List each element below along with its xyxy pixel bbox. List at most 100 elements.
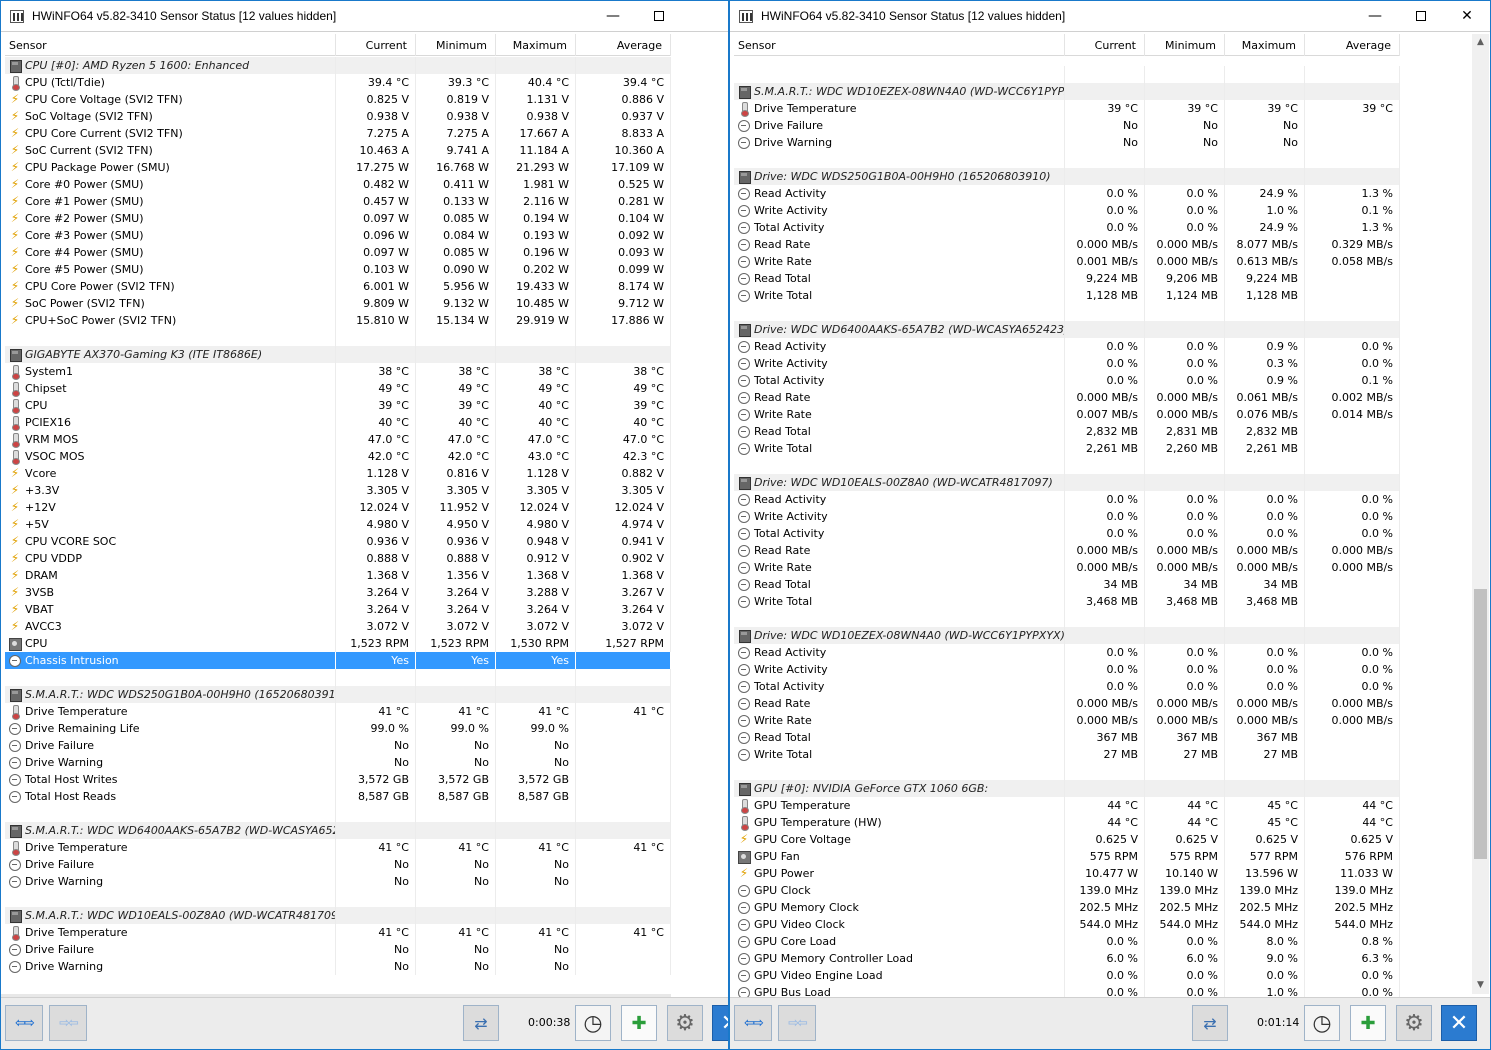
sensor-row[interactable]: GPU Temperature (HW) 44 °C 44 °C 45 °C 44 °C: [734, 814, 1400, 831]
sensor-row[interactable]: Write Total 27 MB 27 MB 27 MB: [734, 746, 1400, 763]
sensor-row[interactable]: ⚡ SoC Power (SVI2 TFN) 9.809 W 9.132 W 10.48…: [5, 295, 671, 312]
sensor-row[interactable]: Total Host Writes 3,572 GB 3,572 GB 3,572 G…: [5, 771, 671, 788]
sensor-row[interactable]: Read Rate 0.000 MB/s 0.000 MB/s 0.000 MB/s 0…: [734, 695, 1400, 712]
sensor-row[interactable]: Read Activity 0.0 % 0.0 % 0.9 % 0.0 %: [734, 338, 1400, 355]
sensor-row[interactable]: ⚡ CPU Core Voltage (SVI2 TFN) 0.825 V 0.819…: [5, 91, 671, 108]
network-icon[interactable]: ⇄: [463, 1005, 499, 1041]
minimize-button[interactable]: —: [590, 1, 636, 32]
sensor-row[interactable]: CPU (Tctl/Tdie) 39.4 °C 39.3 °C 40.4 °C 39.4…: [5, 74, 671, 91]
sensor-row[interactable]: System1 38 °C 38 °C 38 °C 38 °C: [5, 363, 671, 380]
scroll-up-arrow-icon[interactable]: ▲: [1472, 34, 1489, 51]
sensor-row[interactable]: Drive Temperature 41 °C 41 °C 41 °C 41 °C: [5, 839, 671, 856]
sensor-group-header[interactable]: Drive: WDC WDS250G1B0A-00H9H0 (165206803…: [734, 168, 1400, 185]
sensor-group-header[interactable]: GIGABYTE AX370-Gaming K3 (ITE IT8686E): [5, 346, 671, 363]
scroll-thumb[interactable]: [1474, 589, 1487, 859]
column-header-average[interactable]: Average: [576, 34, 671, 56]
close-sensors-icon[interactable]: ✕: [1441, 1005, 1477, 1041]
sensor-row[interactable]: Read Total 367 MB 367 MB 367 MB: [734, 729, 1400, 746]
sensor-group-header[interactable]: S.M.A.R.T.: WDC WD10EZEX-08WN4A0 (WD-WCC…: [734, 83, 1400, 100]
sensor-row[interactable]: ⚡ Core #4 Power (SMU) 0.097 W 0.085 W 0.196 …: [5, 244, 671, 261]
sensor-row[interactable]: GPU Video Engine Load 0.0 % 0.0 % 0.0 % 0.0 …: [734, 967, 1400, 984]
sensor-row[interactable]: Drive Temperature 41 °C 41 °C 41 °C 41 °C: [5, 703, 671, 720]
column-header-maximum[interactable]: Maximum: [1225, 34, 1305, 56]
column-header-current[interactable]: Current: [1065, 34, 1145, 56]
sensor-row[interactable]: ⚡ GPU Power 10.477 W 10.140 W 13.596 W 11.033…: [734, 865, 1400, 882]
close-sensors-icon[interactable]: ✕: [712, 1005, 728, 1041]
sensor-row[interactable]: ⚡ 3VSB 3.264 V 3.264 V 3.288 V 3.267 V: [5, 584, 671, 601]
sensor-row[interactable]: Read Total 34 MB 34 MB 34 MB: [734, 576, 1400, 593]
sensor-row[interactable]: Read Rate 0.000 MB/s 0.000 MB/s 0.061 MB/s 0…: [734, 389, 1400, 406]
sensor-row[interactable]: ⚡ AVCC3 3.072 V 3.072 V 3.072 V 3.072 V: [5, 618, 671, 635]
sensor-row[interactable]: Read Activity 0.0 % 0.0 % 0.0 % 0.0 %: [734, 644, 1400, 661]
close-button[interactable]: ✕: [1444, 1, 1490, 32]
sensor-row[interactable]: Write Total 1,128 MB 1,124 MB 1,128 MB: [734, 287, 1400, 304]
sensor-row[interactable]: GPU Clock 139.0 MHz 139.0 MHz 139.0 MHz 139.…: [734, 882, 1400, 899]
sensor-row[interactable]: ⚡ Core #2 Power (SMU) 0.097 W 0.085 W 0.194 …: [5, 210, 671, 227]
sensor-row[interactable]: ⚡ Core #0 Power (SMU) 0.482 W 0.411 W 1.981 …: [5, 176, 671, 193]
sensor-row[interactable]: ⚡ CPU VDDP 0.888 V 0.888 V 0.912 V 0.902 V: [5, 550, 671, 567]
sensor-row[interactable]: Write Rate 0.007 MB/s 0.000 MB/s 0.076 MB/s…: [734, 406, 1400, 423]
sensor-row[interactable]: Drive Failure No No No: [5, 737, 671, 754]
sensor-row[interactable]: Drive Failure No No No: [5, 856, 671, 873]
sensor-row[interactable]: GPU Memory Clock 202.5 MHz 202.5 MHz 202.5 …: [734, 899, 1400, 916]
sensor-row[interactable]: Drive Temperature 41 °C 41 °C 41 °C 41 °C: [5, 924, 671, 941]
sensor-row[interactable]: Read Activity 0.0 % 0.0 % 0.0 % 0.0 %: [734, 491, 1400, 508]
sensor-row[interactable]: Write Rate 0.000 MB/s 0.000 MB/s 0.000 MB/s…: [734, 712, 1400, 729]
vertical-scrollbar[interactable]: ▲ ▼: [1472, 34, 1489, 994]
title-bar[interactable]: HWiNFO64 v5.82-3410 Sensor Status [12 va…: [1, 1, 728, 32]
nav-arrows-reverse-icon[interactable]: ⇨⇦: [49, 1005, 87, 1041]
sensor-group-header[interactable]: S.M.A.R.T.: WDC WD6400AAKS-65A7B2 (WD-WC…: [5, 822, 671, 839]
sensor-group-header[interactable]: Drive: WDC WD10EZEX-08WN4A0 (WD-WCC6Y1PY…: [734, 627, 1400, 644]
sensor-group-header[interactable]: Drive: WDC WD6400AAKS-65A7B2 (WD-WCASYA6…: [734, 321, 1400, 338]
sensor-row[interactable]: ⚡ CPU+SoC Power (SVI2 TFN) 15.810 W 15.134 …: [5, 312, 671, 329]
sensor-row[interactable]: VRM MOS 47.0 °C 47.0 °C 47.0 °C 47.0 °C: [5, 431, 671, 448]
nav-arrows-icon[interactable]: ⇦⇨: [734, 1005, 772, 1041]
column-header-current[interactable]: Current: [336, 34, 416, 56]
sensor-group-header[interactable]: CPU [#0]: AMD Ryzen 5 1600: Enhanced: [5, 57, 671, 74]
sensor-row[interactable]: Write Total 2,261 MB 2,260 MB 2,261 MB: [734, 440, 1400, 457]
sensor-row[interactable]: GPU Memory Controller Load 6.0 % 6.0 % 9.0 …: [734, 950, 1400, 967]
sensor-row[interactable]: Drive Warning No No No: [5, 873, 671, 890]
settings-gear-icon[interactable]: ⚙: [667, 1005, 703, 1041]
nav-arrows-reverse-icon[interactable]: ⇨⇦: [778, 1005, 816, 1041]
sensor-row[interactable]: ⚡ CPU Core Power (SVI2 TFN) 6.001 W 5.956 W…: [5, 278, 671, 295]
clock-icon[interactable]: ◷: [575, 1005, 611, 1041]
title-bar[interactable]: HWiNFO64 v5.82-3410 Sensor Status [12 va…: [730, 1, 1490, 32]
sensor-row[interactable]: ⚡ SoC Voltage (SVI2 TFN) 0.938 V 0.938 V 0.9…: [5, 108, 671, 125]
scroll-down-arrow-icon[interactable]: ▼: [1472, 977, 1489, 994]
sensor-row[interactable]: ⚡ CPU Package Power (SMU) 17.275 W 16.768 W…: [5, 159, 671, 176]
maximize-button[interactable]: [636, 1, 682, 32]
sensor-row[interactable]: Chassis Intrusion Yes Yes Yes: [5, 652, 671, 669]
sensor-row[interactable]: Write Rate 0.001 MB/s 0.000 MB/s 0.613 MB/s…: [734, 253, 1400, 270]
log-file-icon[interactable]: ✚: [1350, 1005, 1386, 1041]
sensor-row[interactable]: ⚡ +12V 12.024 V 11.952 V 12.024 V 12.024 V: [5, 499, 671, 516]
sensor-group-header[interactable]: Drive: WDC WD10EALS-00Z8A0 (WD-WCATR4817…: [734, 474, 1400, 491]
sensor-row[interactable]: ⚡ CPU VCORE SOC 0.936 V 0.936 V 0.948 V 0.941…: [5, 533, 671, 550]
sensor-row[interactable]: Drive Temperature 39 °C 39 °C 39 °C 39 °C: [734, 100, 1400, 117]
sensor-row[interactable]: Write Activity 0.0 % 0.0 % 0.0 % 0.0 %: [734, 661, 1400, 678]
sensor-row[interactable]: Total Activity 0.0 % 0.0 % 0.9 % 0.1 %: [734, 372, 1400, 389]
sensor-row[interactable]: Write Activity 0.0 % 0.0 % 0.0 % 0.0 %: [734, 508, 1400, 525]
sensor-row[interactable]: ⚡ Core #1 Power (SMU) 0.457 W 0.133 W 2.116 …: [5, 193, 671, 210]
sensor-row[interactable]: ⚡ Vcore 1.128 V 0.816 V 1.128 V 0.882 V: [5, 465, 671, 482]
sensor-row[interactable]: ⚡ DRAM 1.368 V 1.356 V 1.368 V 1.368 V: [5, 567, 671, 584]
sensor-row[interactable]: GPU Core Load 0.0 % 0.0 % 8.0 % 0.8 %: [734, 933, 1400, 950]
sensor-row[interactable]: Read Rate 0.000 MB/s 0.000 MB/s 8.077 MB/s 0…: [734, 236, 1400, 253]
sensor-row[interactable]: Drive Warning No No No: [734, 134, 1400, 151]
sensor-row[interactable]: Write Activity 0.0 % 0.0 % 0.3 % 0.0 %: [734, 355, 1400, 372]
sensor-row[interactable]: CPU 1,523 RPM 1,523 RPM 1,530 RPM 1,527 RPM: [5, 635, 671, 652]
sensor-row[interactable]: ⚡ VBAT 3.264 V 3.264 V 3.264 V 3.264 V: [5, 601, 671, 618]
sensor-row[interactable]: Write Activity 0.0 % 0.0 % 1.0 % 0.1 %: [734, 202, 1400, 219]
sensor-row[interactable]: ⚡ +3.3V 3.305 V 3.305 V 3.305 V 3.305 V: [5, 482, 671, 499]
nav-arrows-icon[interactable]: ⇦⇨: [5, 1005, 43, 1041]
sensor-row[interactable]: PCIEX16 40 °C 40 °C 40 °C 40 °C: [5, 414, 671, 431]
sensor-row[interactable]: Drive Failure No No No: [5, 941, 671, 958]
sensor-row[interactable]: GPU Temperature 44 °C 44 °C 45 °C 44 °C: [734, 797, 1400, 814]
sensor-row[interactable]: CPU 39 °C 39 °C 40 °C 39 °C: [5, 397, 671, 414]
sensor-row[interactable]: Read Total 9,224 MB 9,206 MB 9,224 MB: [734, 270, 1400, 287]
sensor-row[interactable]: ⚡ GPU Core Voltage 0.625 V 0.625 V 0.625 V 0.…: [734, 831, 1400, 848]
settings-gear-icon[interactable]: ⚙: [1396, 1005, 1432, 1041]
sensor-row[interactable]: Total Host Reads 8,587 GB 8,587 GB 8,587 GB: [5, 788, 671, 805]
clock-icon[interactable]: ◷: [1304, 1005, 1340, 1041]
sensor-row[interactable]: ⚡ +5V 4.980 V 4.950 V 4.980 V 4.974 V: [5, 516, 671, 533]
